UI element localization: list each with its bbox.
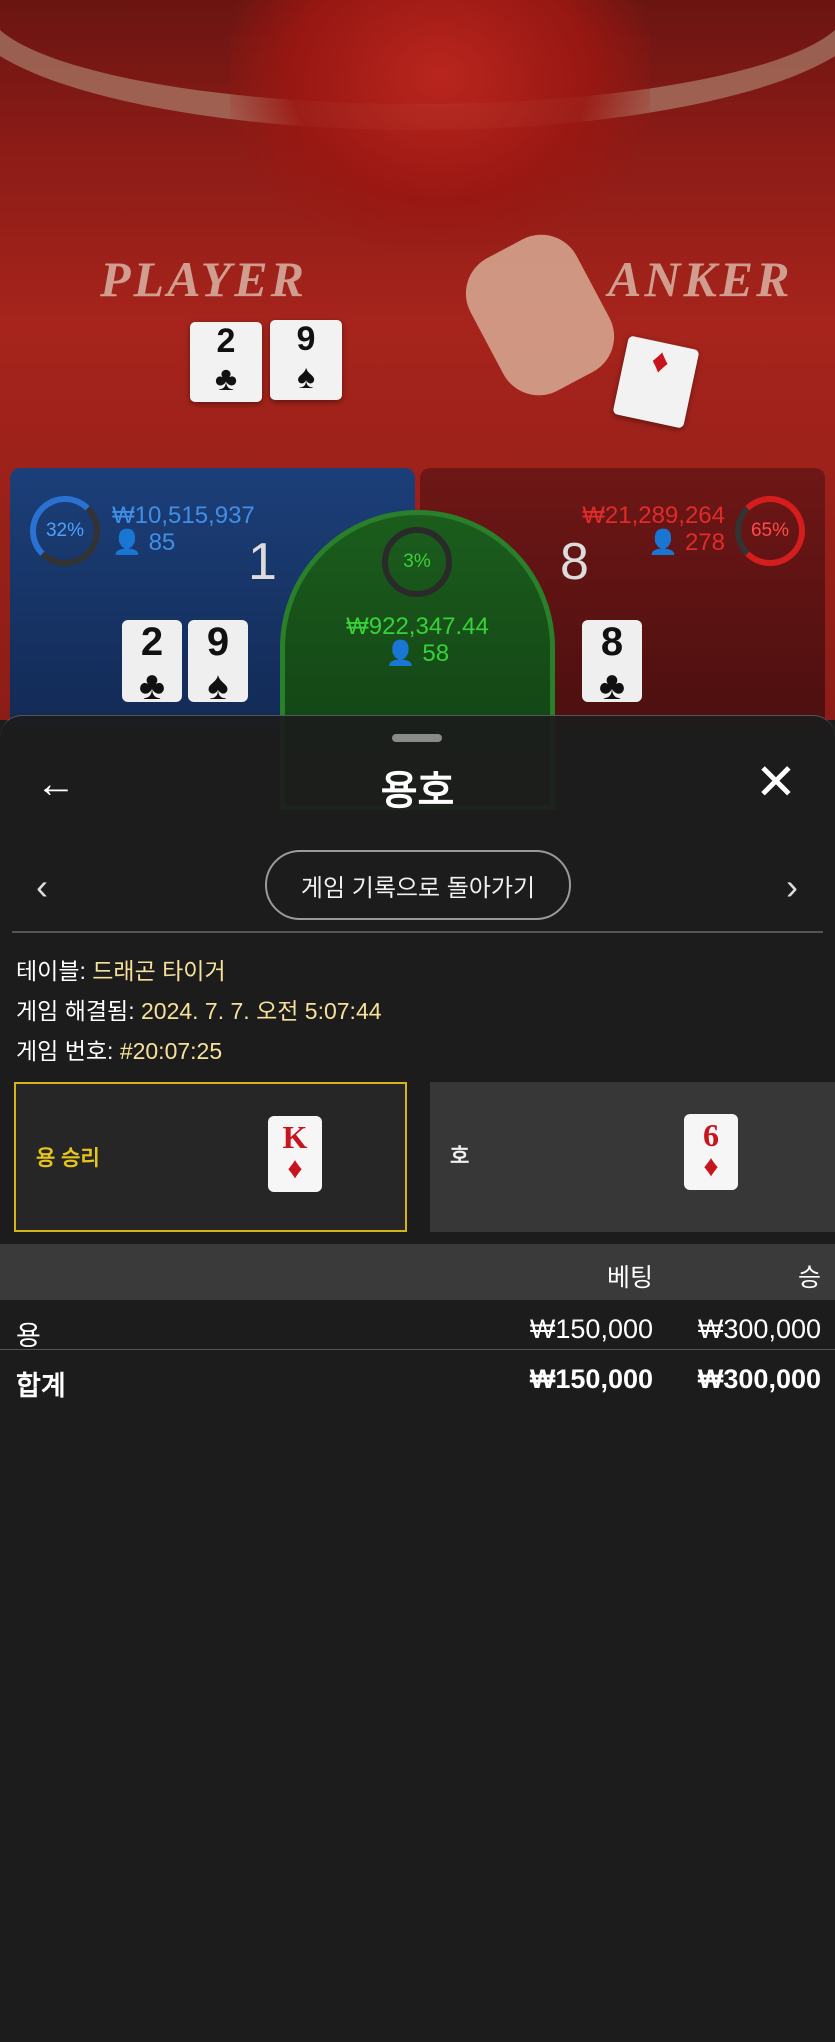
dragon-result-label: 용 승리 xyxy=(36,1147,100,1170)
resolved-value: 2024. 7. 7. 오전 5:07:44 xyxy=(140,998,382,1024)
player-table-label: PLAYER xyxy=(100,251,307,307)
banker-bet-amount: ₩21,289,264 xyxy=(582,502,725,529)
diamond-icon: ♦ xyxy=(287,1152,303,1185)
person-icon: 👤 xyxy=(112,529,142,556)
game-detail-sheet: ← 용호 ✕ ‹ 게임 기록으로 돌아가기 › 테이블: 드래곤 타이거 게임 … xyxy=(0,715,835,2042)
previous-game-button[interactable]: ‹ xyxy=(22,866,62,908)
person-icon: 👤 xyxy=(385,640,416,667)
dragon-card: K ♦ xyxy=(268,1116,322,1192)
back-to-history-button[interactable]: 게임 기록으로 돌아가기 xyxy=(265,850,571,920)
diamond-icon: ♦ xyxy=(703,1150,719,1183)
tiger-card: 6 ♦ xyxy=(684,1114,738,1190)
close-button[interactable]: ✕ xyxy=(755,757,803,808)
player-card: 2 ♣ xyxy=(122,620,182,708)
player-bet-amount: ₩10,515,937 xyxy=(112,502,255,529)
divider xyxy=(12,931,823,933)
game-number-label: 게임 번호: xyxy=(16,1038,120,1064)
banker-percent-ring: 65% xyxy=(735,496,805,566)
table-card: 2 ♣ xyxy=(190,322,262,402)
game-number-info: 게임 번호: #20:07:25 xyxy=(16,1032,222,1066)
table-card: ♦ xyxy=(612,335,700,429)
banker-score: 8 xyxy=(560,533,589,591)
person-icon: 👤 xyxy=(648,529,679,556)
table-card: 9 ♠ xyxy=(270,320,342,400)
tie-bet-amount: ₩922,347.44 xyxy=(346,613,489,640)
resolved-label: 게임 해결됨: xyxy=(16,998,141,1024)
bet-table-header: 베팅 승 xyxy=(0,1244,835,1300)
tiger-result-label: 호 xyxy=(450,1145,470,1168)
banker-table-label: ANKER xyxy=(608,251,793,307)
tie-count: 58 xyxy=(422,640,450,667)
dragon-result: 용 승리 K ♦ xyxy=(14,1082,407,1232)
chevron-right-icon: › xyxy=(786,866,798,907)
resolved-info: 게임 해결됨: 2024. 7. 7. 오전 5:07:44 xyxy=(16,992,382,1026)
history-nav: ‹ 게임 기록으로 돌아가기 › xyxy=(0,850,835,936)
table-label: 테이블: xyxy=(16,958,93,984)
table-value: 드래곤 타이거 xyxy=(92,958,226,984)
player-score: 1 xyxy=(248,533,277,591)
row-divider xyxy=(0,1349,835,1350)
chevron-left-icon: ‹ xyxy=(36,866,48,907)
player-card: 9 ♠ xyxy=(188,620,248,708)
total-row: 합계 ₩150,000 ₩300,000 xyxy=(16,1364,821,1401)
tie-percent-ring: 3% xyxy=(382,527,452,597)
sheet-title: 용호 xyxy=(380,769,455,813)
bet-stats-bar: 32% ₩10,515,937 👤 85 1 2 ♣ 9 ♠ 65% ₩21,289… xyxy=(0,468,835,810)
table-info: 테이블: 드래곤 타이거 xyxy=(16,952,226,986)
drag-handle[interactable] xyxy=(392,734,442,742)
bet-column-header: 베팅 xyxy=(606,1264,653,1292)
win-column-header: 승 xyxy=(797,1264,821,1292)
table-row: 용 ₩150,000 ₩300,000 xyxy=(16,1314,821,1351)
banker-card: 8 ♣ xyxy=(582,620,642,708)
banker-count: 278 xyxy=(684,529,725,556)
next-game-button[interactable]: › xyxy=(772,866,812,908)
player-count: 85 xyxy=(148,529,176,556)
player-percent-ring: 32% xyxy=(30,496,100,566)
close-icon: ✕ xyxy=(755,754,797,810)
tiger-result: 호 6 ♦ xyxy=(430,1082,835,1232)
game-number-value: #20:07:25 xyxy=(119,1038,223,1064)
dealer xyxy=(230,0,650,250)
